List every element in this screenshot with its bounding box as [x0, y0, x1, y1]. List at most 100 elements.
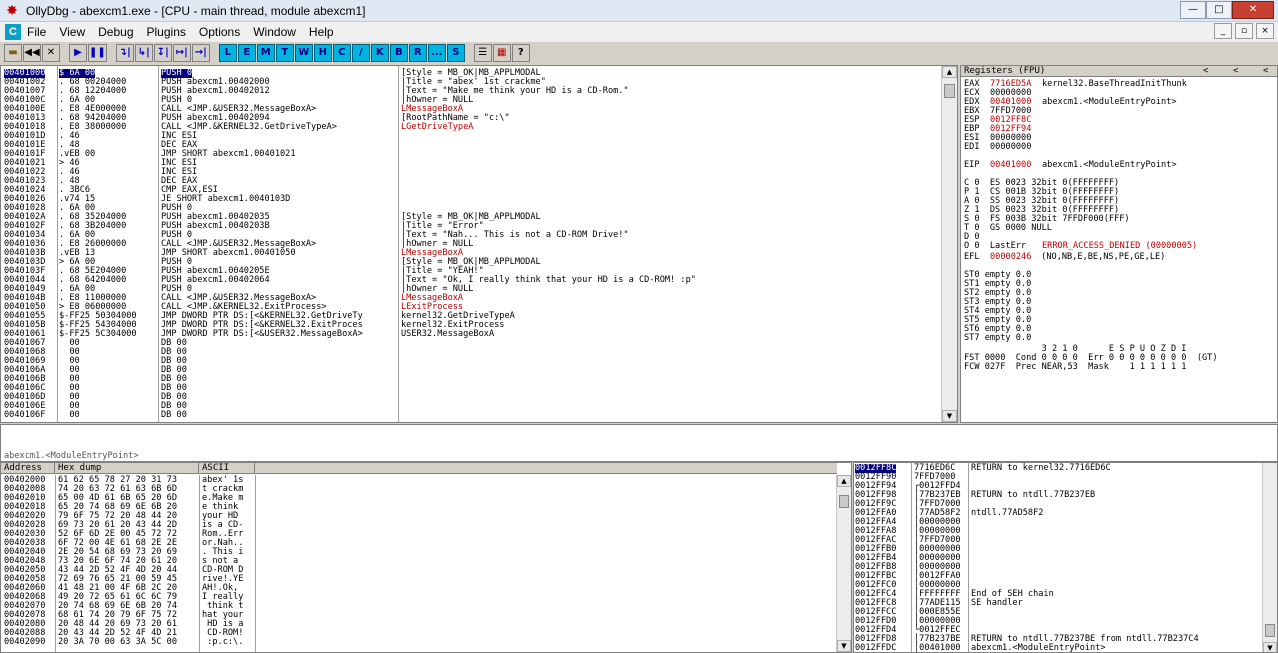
- open-icon[interactable]: ▬: [4, 44, 22, 62]
- stack-row[interactable]: 0012FFDC │00401000 abexcm1.<ModuleEntryPoi…: [854, 644, 1262, 653]
- prev-arrow-icon[interactable]: <: [1203, 66, 1208, 77]
- disasm-row[interactable]: 00401024. 3BC6 CMP EAX,ESI: [1, 186, 941, 195]
- dump-pane[interactable]: Address Hex dump ASCII 00402000 61 62 65 …: [0, 462, 852, 653]
- memory-window-button[interactable]: M: [256, 44, 275, 62]
- efl-line[interactable]: EFL 00000246 (NO,NB,E,BE,NS,PE,GE,LE): [964, 253, 1274, 262]
- menu-plugins[interactable]: Plugins: [147, 25, 186, 39]
- dump-header-ascii[interactable]: ASCII: [199, 463, 255, 474]
- execute-till-return-icon[interactable]: →|: [191, 44, 210, 62]
- handles-window-button[interactable]: H: [313, 44, 332, 62]
- dump-header-hex[interactable]: Hex dump: [55, 463, 199, 474]
- disasm-row[interactable]: 0040106F 00 DB 00: [1, 411, 941, 420]
- step-over-icon[interactable]: ↳|: [134, 44, 153, 62]
- run-icon[interactable]: ▶: [69, 44, 87, 62]
- dump-scrollbar[interactable]: ▲ ▼: [836, 475, 851, 652]
- dump-header-address[interactable]: Address: [1, 463, 55, 474]
- call-stack-window-button[interactable]: K: [370, 44, 389, 62]
- menu-debug[interactable]: Debug: [98, 25, 133, 39]
- disasm-row[interactable]: 00401069 00 DB 00: [1, 357, 941, 366]
- lasterr-label: O 0 LastErr: [964, 241, 1032, 251]
- dump-row[interactable]: 00402090 20 3A 70 00 63 3A 5C 00 :p.c:\.: [1, 638, 837, 647]
- cpu-window-button[interactable]: C: [332, 44, 351, 62]
- fpu-st-line[interactable]: ST7 empty 0.0: [964, 334, 1031, 343]
- disasm-row[interactable]: 0040106C 00 DB 00: [1, 384, 941, 393]
- scroll-up-arrow[interactable]: ▲: [942, 66, 957, 78]
- registers-title: Registers (FPU): [964, 66, 1046, 76]
- menu-options[interactable]: Options: [199, 25, 240, 39]
- register-value[interactable]: 00000000: [990, 143, 1031, 152]
- menu-view[interactable]: View: [59, 25, 85, 39]
- disasm-row[interactable]: 00401023. 48 DEC EAX: [1, 177, 941, 186]
- threads-window-button[interactable]: T: [275, 44, 294, 62]
- registers-pane[interactable]: Registers (FPU) < < < EAX 7716ED5A kernel3…: [960, 65, 1278, 423]
- modules-window-button[interactable]: E: [237, 44, 256, 62]
- pause-icon[interactable]: ❚❚: [88, 44, 107, 62]
- windows-window-button[interactable]: W: [294, 44, 313, 62]
- disasm-address[interactable]: 0040106F: [4, 411, 45, 420]
- disassembly-scrollbar[interactable]: ▲ ▼: [941, 66, 957, 422]
- disasm-row[interactable]: 00401067 00 DB 00: [1, 339, 941, 348]
- appearance-icon[interactable]: ▦: [492, 44, 511, 62]
- disasm-row[interactable]: 00401018. E8 38000000 CALL <JMP.&KERNEL32…: [1, 123, 941, 132]
- disasm-row[interactable]: 0040101D. 46 INC ESI: [1, 132, 941, 141]
- disasm-instruction: JMP DWORD PTR DS:[<&USER32.MessageBoxA>: [161, 329, 363, 339]
- cpu-window-icon[interactable]: C: [5, 24, 21, 40]
- minimize-button[interactable]: —: [1180, 1, 1206, 19]
- mdi-restore-button[interactable]: ▫: [1235, 23, 1253, 39]
- scroll-down-arrow[interactable]: ▼: [942, 410, 957, 422]
- restart-icon[interactable]: ◀◀: [23, 44, 41, 62]
- source-window-button[interactable]: S: [446, 44, 465, 62]
- maximize-button[interactable]: □: [1206, 1, 1232, 19]
- register-name: EIP: [964, 160, 980, 170]
- menu-window[interactable]: Window: [253, 25, 296, 39]
- run-trace-window-button[interactable]: ...: [427, 44, 446, 62]
- help-icon[interactable]: ?: [511, 44, 530, 62]
- disasm-row[interactable]: 0040104B. E8 11000000 CALL <JMP.&USER32.M…: [1, 294, 941, 303]
- log-window-button[interactable]: L: [218, 44, 237, 62]
- disasm-row[interactable]: 00401026 .v74 15 JE SHORT abexcm1.0040103D: [1, 195, 941, 204]
- efl-value[interactable]: 00000246: [990, 253, 1031, 262]
- disasm-row[interactable]: 00401068 00 DB 00: [1, 348, 941, 357]
- menu-help[interactable]: Help: [309, 25, 334, 39]
- stack-scroll-thumb[interactable]: [1265, 624, 1275, 637]
- registers-header[interactable]: Registers (FPU) < < <: [961, 66, 1277, 77]
- disasm-row[interactable]: 0040100C. 6A 00 PUSH 0 |hOwner = NULL: [1, 96, 941, 105]
- mdi-minimize-button[interactable]: _: [1214, 23, 1232, 39]
- disasm-row[interactable]: 00401061 $-FF25 5C304000 JMP DWORD PTR DS:…: [1, 330, 941, 339]
- trace-over-icon[interactable]: ↦|: [172, 44, 191, 62]
- dump-scroll-down-arrow[interactable]: ▼: [837, 640, 851, 652]
- register-eip[interactable]: EIP 00401000 abexcm1.<ModuleEntryPoint>: [964, 161, 1274, 170]
- disasm-row[interactable]: 00401036. E8 26000000 CALL <JMP.&USER32.M…: [1, 240, 941, 249]
- prev-arrow-icon-3[interactable]: <: [1263, 66, 1268, 77]
- stack-scroll-down-arrow[interactable]: ▼: [1263, 642, 1277, 652]
- fpu-status-line: FCW 027F Prec NEAR,53 Mask 1 1 1 1 1 1: [964, 362, 1187, 372]
- breakpoints-window-button[interactable]: B: [389, 44, 408, 62]
- dump-scroll-thumb[interactable]: [839, 495, 849, 508]
- menu-file[interactable]: File: [27, 25, 46, 39]
- disasm-row[interactable]: 0040106B 00 DB 00: [1, 375, 941, 384]
- stack-scrollbar[interactable]: ▼: [1262, 463, 1277, 652]
- disasm-row[interactable]: 00401022. 46 INC ESI: [1, 168, 941, 177]
- disasm-row[interactable]: 0040106E 00 DB 00: [1, 402, 941, 411]
- list-icon[interactable]: ☰: [473, 44, 492, 62]
- disasm-row[interactable]: 0040106A 00 DB 00: [1, 366, 941, 375]
- disasm-row[interactable]: 00401021 > 46 INC ESI: [1, 159, 941, 168]
- references-window-button[interactable]: R: [408, 44, 427, 62]
- scroll-thumb[interactable]: [944, 84, 955, 98]
- close-button[interactable]: ✕: [1232, 1, 1274, 19]
- disassembly-pane[interactable]: 00401000 $ 6A 00 PUSH 0 [Style = MB_OK|MB_A…: [0, 65, 958, 423]
- dump-scroll-up-arrow[interactable]: ▲: [837, 475, 851, 487]
- patches-window-button[interactable]: /: [351, 44, 370, 62]
- stack-pane[interactable]: 0012FF8C 7716ED6C RETURN to kernel32.7716E…: [853, 462, 1278, 653]
- disasm-row[interactable]: 0040101F .vEB 00 JMP SHORT abexcm1.0040102…: [1, 150, 941, 159]
- disasm-row[interactable]: 00401049. 6A 00 PUSH 0 |hOwner = NULL: [1, 285, 941, 294]
- disasm-row[interactable]: 0040101E. 48 DEC EAX: [1, 141, 941, 150]
- prev-arrow-icon-2[interactable]: <: [1233, 66, 1238, 77]
- step-into-icon[interactable]: ↴|: [115, 44, 134, 62]
- close-program-icon[interactable]: ✕: [42, 44, 60, 62]
- register-value[interactable]: 00401000: [990, 161, 1031, 170]
- register-line[interactable]: EDI 00000000: [964, 143, 1274, 152]
- mdi-close-button[interactable]: ×: [1256, 23, 1274, 39]
- disasm-row[interactable]: 0040106D 00 DB 00: [1, 393, 941, 402]
- trace-into-icon[interactable]: ↧|: [153, 44, 172, 62]
